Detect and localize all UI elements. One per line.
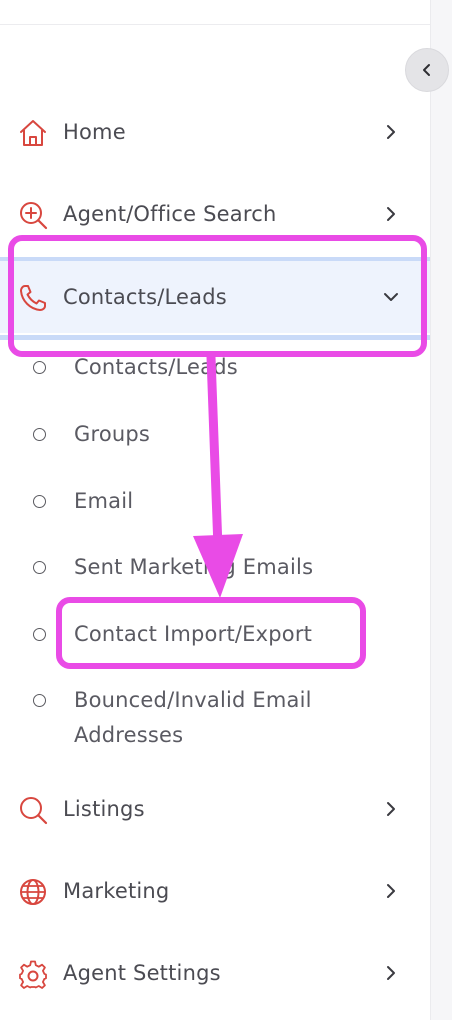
- annotation-arrow: [193, 352, 243, 598]
